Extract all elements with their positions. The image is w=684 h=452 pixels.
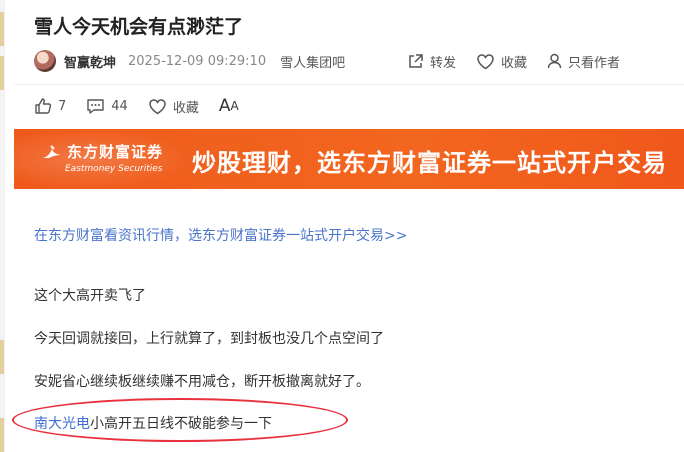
ad-logo: 东方财富证券 Eastmoney Securities (41, 141, 163, 174)
comment-icon (87, 98, 104, 114)
highlight-annotation (12, 398, 348, 442)
heart-icon (477, 53, 494, 69)
author-name[interactable]: 智赢乾坤 (64, 52, 116, 71)
ad-logo-cn: 东方财富证券 (67, 143, 164, 161)
favorite-toolbar-label: 收藏 (172, 100, 199, 116)
share-icon (409, 53, 423, 68)
like-button[interactable]: 7 (34, 97, 66, 115)
font-size-button[interactable]: AA (219, 96, 239, 116)
favorite-label: 收藏 (501, 55, 528, 71)
ad-slogan: 炒股理财，选东方财富证券一站式开户交易 (192, 149, 667, 177)
comment-count: 44 (111, 98, 128, 114)
font-size-small-glyph: A (230, 99, 239, 113)
user-icon (547, 53, 562, 69)
favorite-toolbar-button[interactable]: 收藏 (148, 97, 199, 116)
promo-link[interactable]: 在东方财富看资讯行情，选东方财富证券一站式开户交易>> (34, 225, 407, 245)
eastmoney-logo-icon (43, 144, 61, 158)
comment-button[interactable]: 44 (86, 98, 128, 115)
post-toolbar: 7 44 收藏 AA (34, 94, 259, 118)
divider (14, 84, 684, 85)
heart-icon (149, 98, 166, 114)
edge-marker (0, 340, 4, 374)
forum-link[interactable]: 雪人集团吧 (280, 52, 345, 71)
ad-banner[interactable]: 东方财富证券 Eastmoney Securities 炒股理财，选东方财富证券… (14, 129, 684, 189)
post-paragraph: 这个大高开卖飞了 (34, 288, 146, 304)
author-only-label: 只看作者 (568, 55, 621, 71)
post-title: 雪人今天机会有点渺茫了 (34, 16, 244, 38)
ad-logo-cn-row: 东方财富证券 (41, 141, 163, 162)
share-label: 转发 (430, 55, 457, 71)
share-button[interactable]: 转发 (407, 52, 456, 71)
edge-marker (0, 418, 4, 452)
left-edge (0, 0, 5, 452)
thumbs-up-icon (35, 98, 52, 114)
edge-marker (0, 56, 4, 90)
avatar[interactable] (34, 50, 56, 72)
font-size-large-glyph: A (218, 96, 231, 116)
post-actions: 转发 收藏 只看作者 (407, 50, 620, 72)
favorite-button[interactable]: 收藏 (476, 52, 527, 71)
post-paragraph: 今天回调就接回，上行就算了，到封板也没几个点空间了 (34, 331, 384, 347)
post-meta: 智赢乾坤 2025-12-09 09:29:10 雪人集团吧 (34, 50, 345, 72)
edge-marker (0, 12, 4, 46)
author-only-button[interactable]: 只看作者 (547, 52, 620, 71)
post-paragraph: 安妮省心继续板继续赚不用减仓，断开板撤离就好了。 (34, 374, 370, 390)
like-count: 7 (58, 98, 67, 114)
post-date: 2025-12-09 09:29:10 (128, 53, 267, 69)
ad-logo-en: Eastmoney Securities (65, 164, 163, 174)
